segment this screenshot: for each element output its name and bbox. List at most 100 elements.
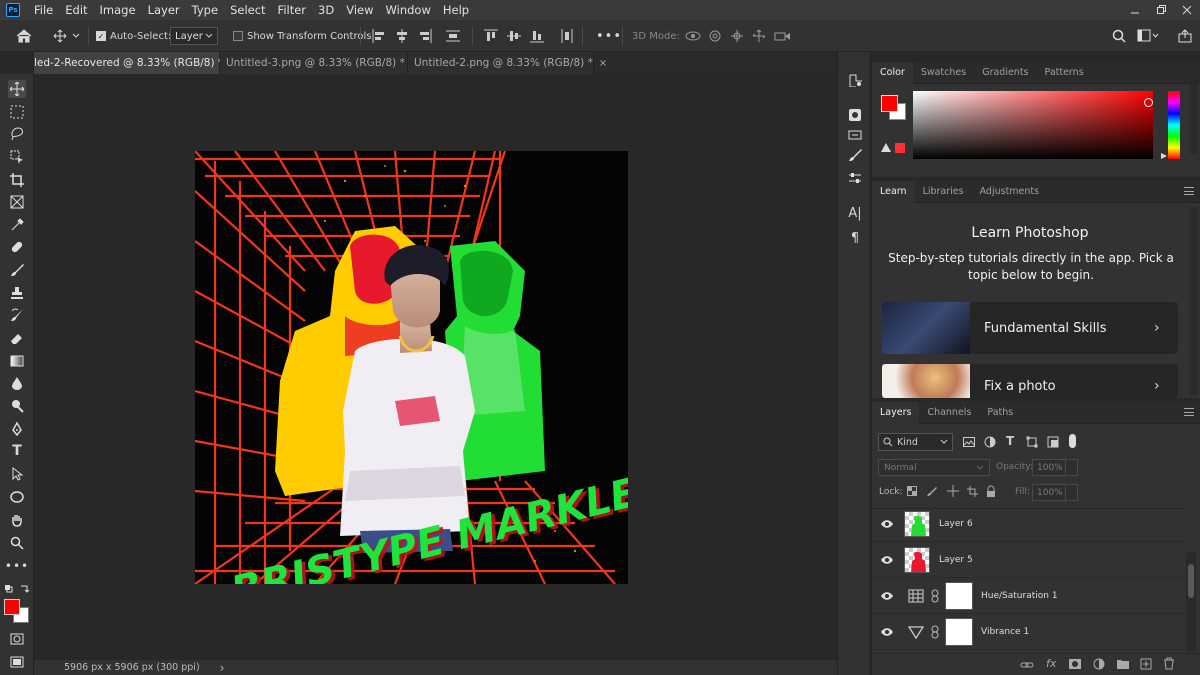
layer-row-layer-5[interactable]: Layer 5 [872, 542, 1184, 578]
panel-menu-icon[interactable] [1184, 408, 1194, 416]
align-bottom-icon[interactable] [530, 29, 544, 43]
new-group-folder-icon[interactable] [1116, 658, 1130, 670]
blend-mode-dropdown[interactable]: Normal [878, 459, 990, 476]
tab-learn[interactable]: Learn [872, 180, 915, 203]
clone-stamp-tool-icon[interactable] [8, 284, 26, 302]
tab-color[interactable]: Color [872, 61, 913, 84]
3d-pan-icon[interactable] [730, 29, 744, 43]
swap-colors-icon[interactable] [4, 583, 32, 597]
layer-mask-thumbnail[interactable] [945, 617, 973, 646]
workspace-icon[interactable] [1137, 29, 1159, 43]
gradient-tool-icon[interactable] [8, 352, 26, 370]
fill-input[interactable]: 100% [1032, 484, 1078, 501]
properties-panel-icon[interactable] [847, 107, 863, 123]
foreground-color-swatch[interactable] [4, 599, 20, 615]
glyphs-panel-icon[interactable] [847, 127, 863, 143]
layers-scrollbar[interactable] [1186, 552, 1196, 652]
align-horizontal-center-icon[interactable] [395, 29, 409, 43]
fx-layer-style-icon[interactable]: fx [1046, 657, 1056, 670]
menu-3d[interactable]: 3D [312, 0, 340, 20]
tab-untitled-3[interactable]: Untitled-3.png @ 8.33% (RGB/8) * × [220, 52, 419, 74]
ellipse-tool-icon[interactable] [8, 488, 26, 506]
new-adjustment-layer-icon[interactable] [1093, 658, 1105, 670]
layer-row-hue-saturation-1[interactable]: Hue/Saturation 1 [872, 578, 1184, 614]
panel-menu-icon[interactable] [1184, 187, 1194, 195]
hue-slider-handle[interactable] [1160, 152, 1168, 160]
edit-toolbar-icon[interactable]: ••• [5, 557, 28, 575]
filter-pixel-icon[interactable] [963, 437, 975, 447]
link-chain-icon[interactable] [930, 625, 940, 639]
screen-mode-icon[interactable] [8, 653, 26, 671]
auto-select-checkbox[interactable]: ✓ Auto-Select: [96, 20, 171, 52]
lasso-tool-icon[interactable] [8, 125, 26, 143]
filter-smart-object-icon[interactable] [1047, 436, 1059, 448]
align-left-icon[interactable] [372, 29, 386, 43]
lock-image-pixels-icon[interactable] [927, 486, 937, 496]
healing-brush-tool-icon[interactable] [8, 238, 26, 256]
menu-layer[interactable]: Layer [142, 0, 186, 20]
move-tool-preset-icon[interactable] [53, 20, 81, 52]
visibility-eye-icon[interactable] [872, 519, 902, 528]
brush-tool-icon[interactable] [8, 261, 26, 279]
lock-all-icon[interactable] [986, 485, 996, 497]
visibility-eye-icon[interactable] [872, 591, 902, 600]
3d-camera-icon[interactable] [774, 29, 792, 43]
paragraph-panel-icon[interactable]: ¶ [847, 230, 863, 246]
layer-filter-dropdown[interactable]: Kind [878, 433, 953, 451]
show-transform-controls-checkbox[interactable]: Show Transform Controls [233, 20, 371, 52]
restore-icon[interactable] [1148, 0, 1174, 20]
distribute-icon[interactable] [446, 29, 460, 43]
tab-gradients[interactable]: Gradients [974, 62, 1036, 84]
visibility-eye-icon[interactable] [872, 627, 902, 636]
menu-image[interactable]: Image [94, 0, 142, 20]
visibility-eye-icon[interactable] [872, 555, 902, 564]
tab-channels[interactable]: Channels [919, 402, 979, 424]
panel-foreground-swatch[interactable] [881, 95, 898, 112]
search-icon[interactable] [1112, 29, 1126, 43]
tab-swatches[interactable]: Swatches [913, 62, 974, 84]
frame-tool-icon[interactable] [8, 193, 26, 211]
layer-mask-thumbnail[interactable] [945, 581, 973, 610]
tab-untitled-2[interactable]: Untitled-2.png @ 8.33% (RGB/8) * × [408, 52, 607, 74]
type-tool-icon[interactable]: T [8, 442, 26, 460]
tutorial-card-fix-a-photo[interactable]: Fix a photo › [882, 364, 1178, 398]
delete-layer-trash-icon[interactable] [1163, 657, 1175, 670]
layer-row-layer-6[interactable]: Layer 6 [872, 506, 1184, 542]
link-layers-icon[interactable] [1020, 659, 1034, 671]
opacity-input[interactable]: 100% [1032, 459, 1078, 476]
object-selection-tool-icon[interactable] [8, 148, 26, 166]
menu-filter[interactable]: Filter [272, 0, 312, 20]
share-icon[interactable] [1178, 29, 1192, 43]
tab-adjustments[interactable]: Adjustments [972, 181, 1048, 203]
adjustment-sliders-icon[interactable] [847, 170, 863, 186]
history-panel-icon[interactable] [847, 72, 863, 88]
history-brush-tool-icon[interactable] [8, 306, 26, 324]
more-options-icon[interactable]: ••• [596, 20, 622, 52]
align-vertical-center-icon[interactable] [507, 29, 521, 43]
document-canvas[interactable]: BRISTYPE MARKLEE BRISTYPE MARKLEE [195, 151, 628, 584]
tab-layers[interactable]: Layers [872, 401, 920, 424]
minimize-icon[interactable] [1122, 0, 1148, 20]
menu-view[interactable]: View [340, 0, 379, 20]
menu-edit[interactable]: Edit [59, 0, 93, 20]
marquee-tool-icon[interactable] [8, 103, 26, 121]
lock-artboard-icon[interactable] [967, 486, 978, 497]
lock-transparent-pixels-icon[interactable] [907, 486, 917, 496]
status-menu-arrow[interactable]: › [220, 661, 225, 675]
path-selection-tool-icon[interactable] [8, 465, 26, 483]
color-picker-cursor[interactable] [1144, 98, 1153, 107]
pen-tool-icon[interactable] [8, 420, 26, 438]
menu-help[interactable]: Help [437, 0, 475, 20]
blur-tool-icon[interactable] [8, 374, 26, 392]
menu-file[interactable]: File [28, 0, 59, 20]
3d-roll-icon[interactable] [708, 29, 722, 43]
filter-toggle-icon[interactable] [1069, 434, 1076, 448]
learn-panel-scrollbar[interactable] [1190, 207, 1198, 395]
hand-tool-icon[interactable] [8, 511, 26, 529]
out-of-gamut-warning-icon[interactable] [881, 142, 905, 154]
tab-paths[interactable]: Paths [979, 402, 1021, 424]
color-field[interactable] [913, 91, 1153, 159]
3d-slide-icon[interactable] [752, 29, 766, 43]
filter-shape-icon[interactable] [1026, 436, 1038, 448]
crop-tool-icon[interactable] [8, 171, 26, 189]
